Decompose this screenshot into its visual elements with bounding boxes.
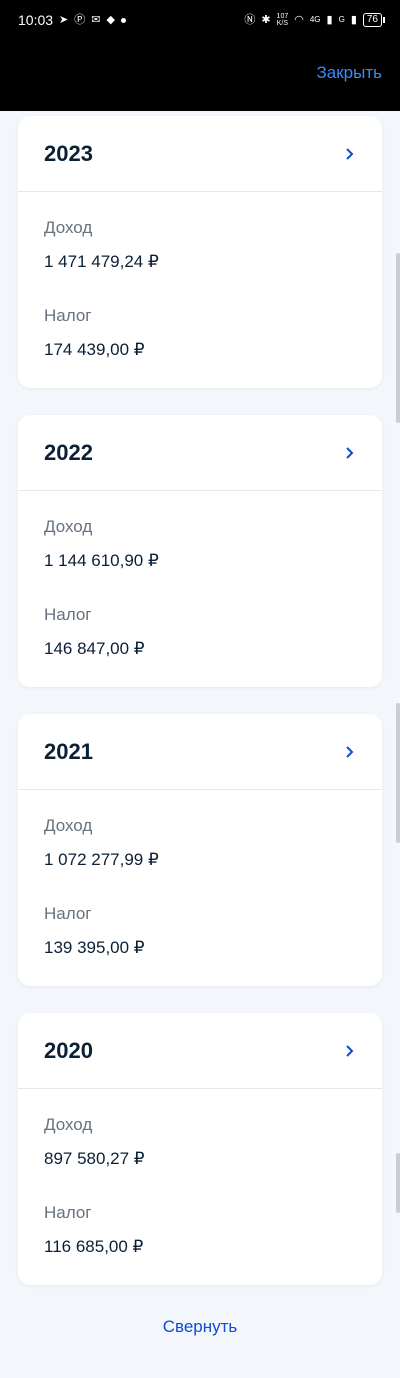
wifi-icon: ◠: [294, 13, 304, 26]
scroll-thumb-tertiary: [396, 1153, 400, 1213]
income-value: 1 144 610,90 ₽: [44, 551, 159, 570]
close-button[interactable]: Закрыть: [317, 63, 382, 83]
chevron-right-icon[interactable]: [342, 446, 356, 460]
tax-label: Налог: [44, 605, 92, 624]
card-body: Доход 1 144 610,90 ₽ Налог 146 847,00 ₽: [18, 491, 382, 659]
card-header[interactable]: 2023: [18, 116, 382, 192]
mail-icon: ✉: [91, 13, 101, 26]
dot-icon: [120, 17, 126, 23]
income-label: Доход: [44, 816, 93, 835]
income-label: Доход: [44, 517, 93, 536]
status-time: 10:03: [18, 12, 54, 28]
telegram-icon: ➤: [59, 13, 69, 26]
nfc-icon: Ⓝ: [244, 13, 256, 26]
income-label: Доход: [44, 218, 93, 237]
tax-value: 174 439,00 ₽: [44, 340, 145, 359]
card-body: Доход 1 471 479,24 ₽ Налог 174 439,00 ₽: [18, 192, 382, 360]
battery-icon: 76: [362, 13, 386, 27]
income-value: 897 580,27 ₽: [44, 1149, 145, 1168]
chevron-right-icon[interactable]: [342, 147, 356, 161]
scroll-thumb-secondary: [396, 703, 400, 843]
app-icon: ◆: [106, 13, 115, 26]
card-header[interactable]: 2020: [18, 1013, 382, 1089]
income-value: 1 072 277,99 ₽: [44, 850, 159, 869]
top-bar: 10:03 ➤ Ⓟ ✉ ◆ Ⓝ ✱ 107 K/S ◠ 4G ▮ G ▮ 76 …: [0, 0, 400, 111]
card-year: 2023: [44, 140, 93, 166]
signal2-bars-icon: ▮: [350, 13, 357, 26]
card-body: Доход 897 580,27 ₽ Налог 116 685,00 ₽: [18, 1089, 382, 1257]
scrollbar[interactable]: [396, 111, 400, 1378]
collapse-button[interactable]: Свернуть: [0, 1317, 400, 1337]
tax-label: Налог: [44, 904, 92, 923]
signal2-icon: G: [338, 15, 345, 24]
card-year: 2021: [44, 738, 93, 764]
card-year: 2020: [44, 1037, 93, 1063]
card-header[interactable]: 2021: [18, 714, 382, 790]
p-icon: Ⓟ: [74, 13, 86, 26]
card-header[interactable]: 2022: [18, 415, 382, 491]
net-speed: 107 K/S: [276, 13, 289, 27]
year-card-2020[interactable]: 2020 Доход 897 580,27 ₽ Налог 116 685,00…: [18, 1013, 382, 1285]
tax-label: Налог: [44, 306, 92, 325]
signal-bars-icon: ▮: [326, 13, 333, 26]
tax-label: Налог: [44, 1203, 92, 1222]
status-bar: 10:03 ➤ Ⓟ ✉ ◆ Ⓝ ✱ 107 K/S ◠ 4G ▮ G ▮ 76: [0, 0, 400, 40]
year-card-2022[interactable]: 2022 Доход 1 144 610,90 ₽ Налог 146 847,…: [18, 415, 382, 687]
signal-icon: 4G: [309, 15, 321, 24]
card-body: Доход 1 072 277,99 ₽ Налог 139 395,00 ₽: [18, 790, 382, 958]
bluetooth-icon: ✱: [261, 13, 271, 26]
card-year: 2022: [44, 439, 93, 465]
tax-value: 139 395,00 ₽: [44, 938, 145, 957]
tax-value: 116 685,00 ₽: [44, 1237, 144, 1256]
chevron-right-icon[interactable]: [342, 745, 356, 759]
income-label: Доход: [44, 1115, 93, 1134]
tax-value: 146 847,00 ₽: [44, 639, 145, 658]
income-value: 1 471 479,24 ₽: [44, 252, 159, 271]
status-right: Ⓝ ✱ 107 K/S ◠ 4G ▮ G ▮ 76: [244, 13, 386, 27]
status-left: 10:03 ➤ Ⓟ ✉ ◆: [18, 12, 126, 28]
scroll-thumb[interactable]: [396, 253, 400, 423]
year-card-2021[interactable]: 2021 Доход 1 072 277,99 ₽ Налог 139 395,…: [18, 714, 382, 986]
chevron-right-icon[interactable]: [342, 1044, 356, 1058]
year-card-2023[interactable]: 2023 Доход 1 471 479,24 ₽ Налог 174 439,…: [18, 116, 382, 388]
